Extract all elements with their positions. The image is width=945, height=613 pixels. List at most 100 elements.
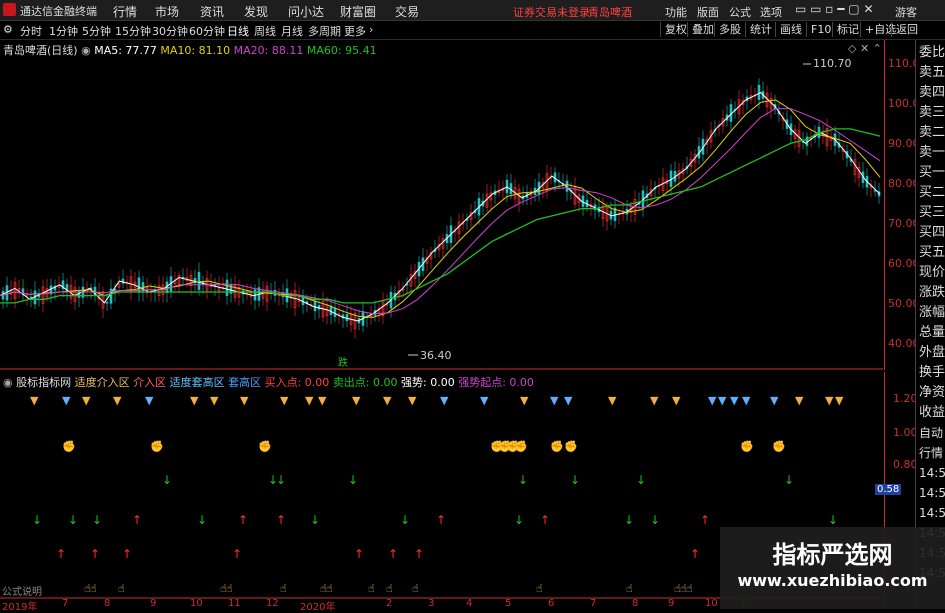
candle-body [333, 307, 337, 317]
right-panel-item[interactable]: 涨跌 [919, 286, 945, 300]
right-panel-item[interactable]: 买二 [919, 186, 945, 200]
menu-hangqing[interactable]: 行情 [113, 3, 137, 20]
date-tick: 2019年 [2, 602, 38, 613]
menu-gongshi[interactable]: 公式 [729, 4, 751, 20]
right-panel-item[interactable]: 换手 [919, 366, 945, 380]
btn-duogu[interactable]: 多股 [714, 22, 745, 37]
diamond-icon: ▼ [352, 394, 361, 407]
menu-wenxiaoda[interactable]: 问小达 [288, 3, 324, 20]
tf-30min[interactable]: 30分钟 [152, 23, 188, 39]
right-panel-item[interactable]: 卖一 [919, 146, 945, 160]
right-panel-item[interactable]: 14:5 [919, 486, 945, 500]
tf-fenshi[interactable]: 分时 [20, 23, 42, 39]
formula-note[interactable]: 公式说明 [2, 583, 42, 598]
legend-toggle-icon[interactable]: ◉ [81, 44, 91, 57]
hand-icon: ☝ [118, 582, 125, 595]
diamond-icon: ▼ [305, 394, 314, 407]
down-arrow-icon: ↓ [400, 513, 410, 527]
diamond-icon: ▼ [708, 394, 717, 407]
chart-title: 青岛啤酒(日线) [3, 44, 78, 57]
right-panel-item[interactable]: 卖四 [919, 86, 945, 100]
tf-5min[interactable]: 5分钟 [82, 23, 111, 39]
candle-body [197, 271, 201, 290]
candle-body [313, 300, 317, 312]
menu-banmian[interactable]: 版面 [697, 4, 719, 20]
date-tick: 10 [705, 598, 718, 609]
hand-icon: ☝ [626, 582, 633, 595]
menu-xuanxiang[interactable]: 选项 [760, 4, 782, 20]
down-arrow-icon: ↓ [276, 473, 286, 487]
legend-icons[interactable]: ◇ ✕ ⌃ [848, 42, 882, 55]
right-panel-item[interactable]: 收益 [919, 406, 945, 420]
candle-body [345, 314, 349, 322]
btn-biaoji[interactable]: 标记 [832, 22, 863, 37]
diamond-icon: ▼ [440, 394, 449, 407]
guest-label[interactable]: 游客 [895, 4, 917, 20]
tf-multi[interactable]: 多周期 [308, 23, 341, 39]
diamond-icon: ▼ [742, 394, 751, 407]
timeframe-bar: ⚙ 分时 1分钟 5分钟 15分钟 30分钟 60分钟 日线 周线 月线 多周期… [0, 21, 945, 40]
menu-faxian[interactable]: 发现 [244, 3, 268, 20]
btn-huaxian[interactable]: 画线 [775, 22, 806, 37]
right-panel-item[interactable]: 买四 [919, 226, 945, 240]
right-panel-item[interactable]: 14:5 [919, 466, 945, 480]
btn-tongji[interactable]: 统计 [745, 22, 776, 37]
btn-fanhui[interactable]: 返回 [891, 22, 922, 37]
window-buttons[interactable]: ▭ ▭ ▫ ━ ▢ ✕ [795, 2, 874, 16]
low-annotation: 36.40 [420, 349, 452, 362]
up-arrow-icon: ↑ [276, 513, 286, 527]
tf-daily[interactable]: 日线 [227, 23, 249, 39]
down-arrow-icon: ↓ [570, 473, 580, 487]
drop-marker: 跌 [338, 356, 348, 369]
right-panel-item[interactable]: 涨幅 [919, 306, 945, 320]
tf-weekly[interactable]: 周线 [254, 23, 276, 39]
up-arrow-icon: ↑ [132, 513, 142, 527]
menu-jiaoyi[interactable]: 交易 [395, 3, 419, 20]
login-status[interactable]: 证券交易未登录 [513, 4, 590, 20]
right-panel-item[interactable]: 买一 [919, 166, 945, 180]
right-panel-item[interactable]: 买五 [919, 246, 945, 260]
diamond-icon: ▼ [240, 394, 249, 407]
tf-15min[interactable]: 15分钟 [115, 23, 151, 39]
right-panel-item[interactable]: 总量 [919, 326, 945, 340]
diamond-icon: ▼ [280, 394, 289, 407]
right-panel-item[interactable]: 14:5 [919, 506, 945, 520]
tf-more[interactable]: 更多 [344, 23, 366, 39]
ind-current-value: 0.58 [875, 484, 902, 495]
price-chart[interactable]: 110.70 36.40 跌 [0, 40, 883, 370]
tf-1min[interactable]: 1分钟 [49, 23, 78, 39]
right-panel-item[interactable]: 卖三 [919, 106, 945, 120]
up-arrow-icon: ↑ [354, 547, 364, 561]
tf-more-arrow-icon[interactable]: › [369, 23, 373, 36]
up-arrow-icon: ↑ [690, 547, 700, 561]
right-panel-item[interactable]: 委比 [919, 46, 945, 60]
btn-f10[interactable]: F10 [806, 22, 835, 37]
right-panel-item[interactable]: 净资 [919, 386, 945, 400]
settings-gear-icon[interactable]: ⚙ [3, 23, 13, 36]
date-tick: 11 [228, 598, 241, 609]
date-tick: 7 [62, 598, 69, 609]
tf-monthly[interactable]: 月线 [281, 23, 303, 39]
right-panel-item[interactable]: 外盘 [919, 346, 945, 360]
price-axis: 110.00 100.00 90.00 80.00 70.00 60.00 50… [884, 40, 927, 370]
legend-ma60: MA60: 95.41 [306, 44, 377, 57]
right-panel-item[interactable]: 自动 [919, 426, 943, 440]
down-arrow-icon: ↓ [636, 473, 646, 487]
diamond-icon: ▼ [564, 394, 573, 407]
diamond-icon: ▼ [210, 394, 219, 407]
right-panel-item[interactable]: 卖五 [919, 66, 945, 80]
legend-ma20: MA20: 88.11 [233, 44, 304, 57]
menu-shichang[interactable]: 市场 [155, 3, 179, 20]
right-panel-item[interactable]: 买三 [919, 206, 945, 220]
fist-icon: ✊ [564, 440, 578, 453]
date-tick: 6 [548, 598, 555, 609]
diamond-icon: ▼ [62, 394, 71, 407]
menu-zixun[interactable]: 资讯 [200, 3, 224, 20]
menu-gongneng[interactable]: 功能 [665, 4, 687, 20]
menu-caifuquan[interactable]: 财富圈 [340, 3, 376, 20]
right-panel-item[interactable]: 行情 [919, 446, 943, 460]
main-legend: 青岛啤酒(日线) ◉ MA5: 77.77 MA10: 81.10 MA20: … [3, 42, 377, 58]
right-panel-item[interactable]: 现价 [919, 266, 945, 280]
right-panel-item[interactable]: 卖二 [919, 126, 945, 140]
tf-60min[interactable]: 60分钟 [189, 23, 225, 39]
